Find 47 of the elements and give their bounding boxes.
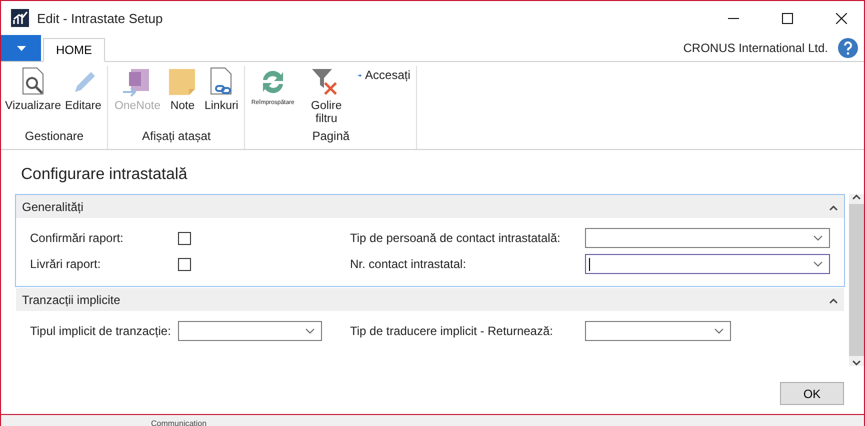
group-title: Gestionare: [24, 129, 84, 145]
page-title: Configurare intrastatală: [21, 166, 188, 184]
background-text: Communication: [151, 419, 207, 426]
ribbon-action[interactable]: Golire filtru: [298, 66, 354, 126]
chevron-down-icon[interactable]: [714, 328, 724, 334]
help-icon[interactable]: [838, 38, 858, 58]
ribbon-action[interactable]: Linkuri: [202, 66, 240, 114]
field-label: Tip de traducere implicit - Returnează:: [350, 324, 554, 338]
chevron-down-icon[interactable]: [305, 328, 315, 334]
window-title: Edit - Intrastate Setup: [37, 10, 164, 26]
ribbon-action[interactable]: Vizualizare: [5, 66, 61, 114]
field-label: Tip de persoană de contact intrastatală:: [350, 231, 562, 245]
dropdown-field[interactable]: [585, 228, 830, 248]
ribbon-action[interactable]: Accesați: [356, 66, 412, 83]
close-icon: [836, 12, 846, 24]
group-title: Afișați atașat: [142, 129, 211, 145]
section-title: Tranzacții implicite: [22, 292, 120, 306]
text-cursor: [589, 258, 590, 270]
company-name: CRONUS International Ltd.: [683, 41, 828, 55]
ribbon-tab[interactable]: HOME: [43, 38, 105, 62]
chevron-down-icon[interactable]: [813, 235, 823, 241]
field-label: Nr. contact intrastatal:: [350, 257, 468, 271]
group-title: Pagină: [312, 129, 350, 145]
checkbox[interactable]: [178, 232, 191, 244]
collapse-icon[interactable]: [829, 298, 838, 304]
expand-icon[interactable]: [852, 360, 861, 366]
section-title: Generalități: [22, 200, 84, 214]
section-header[interactable]: Tranzacții implicite: [16, 288, 844, 311]
maximize-icon: [782, 12, 792, 24]
ok-button[interactable]: OK: [780, 382, 844, 405]
field-label: Tipul implicit de tranzacție:: [30, 324, 172, 338]
dropdown-field[interactable]: [178, 321, 322, 341]
dropdown-field[interactable]: [585, 321, 731, 341]
dropdown-field[interactable]: [585, 254, 830, 274]
section-header[interactable]: Generalități: [16, 195, 844, 218]
app-logo-icon: [11, 9, 29, 27]
field-label: Livrări raport:: [30, 257, 102, 271]
scrollbar[interactable]: [849, 194, 864, 366]
menu-button[interactable]: [1, 35, 41, 61]
checkbox[interactable]: [178, 258, 191, 270]
chevron-down-icon[interactable]: [813, 261, 823, 267]
field-label: Confirmări raport:: [30, 231, 124, 245]
ribbon-action[interactable]: Editare: [63, 66, 104, 114]
ribbon-action[interactable]: Note: [164, 66, 200, 114]
dropdown-icon: [16, 46, 26, 50]
collapse-icon[interactable]: [829, 204, 838, 210]
collapse-icon[interactable]: [852, 194, 861, 200]
